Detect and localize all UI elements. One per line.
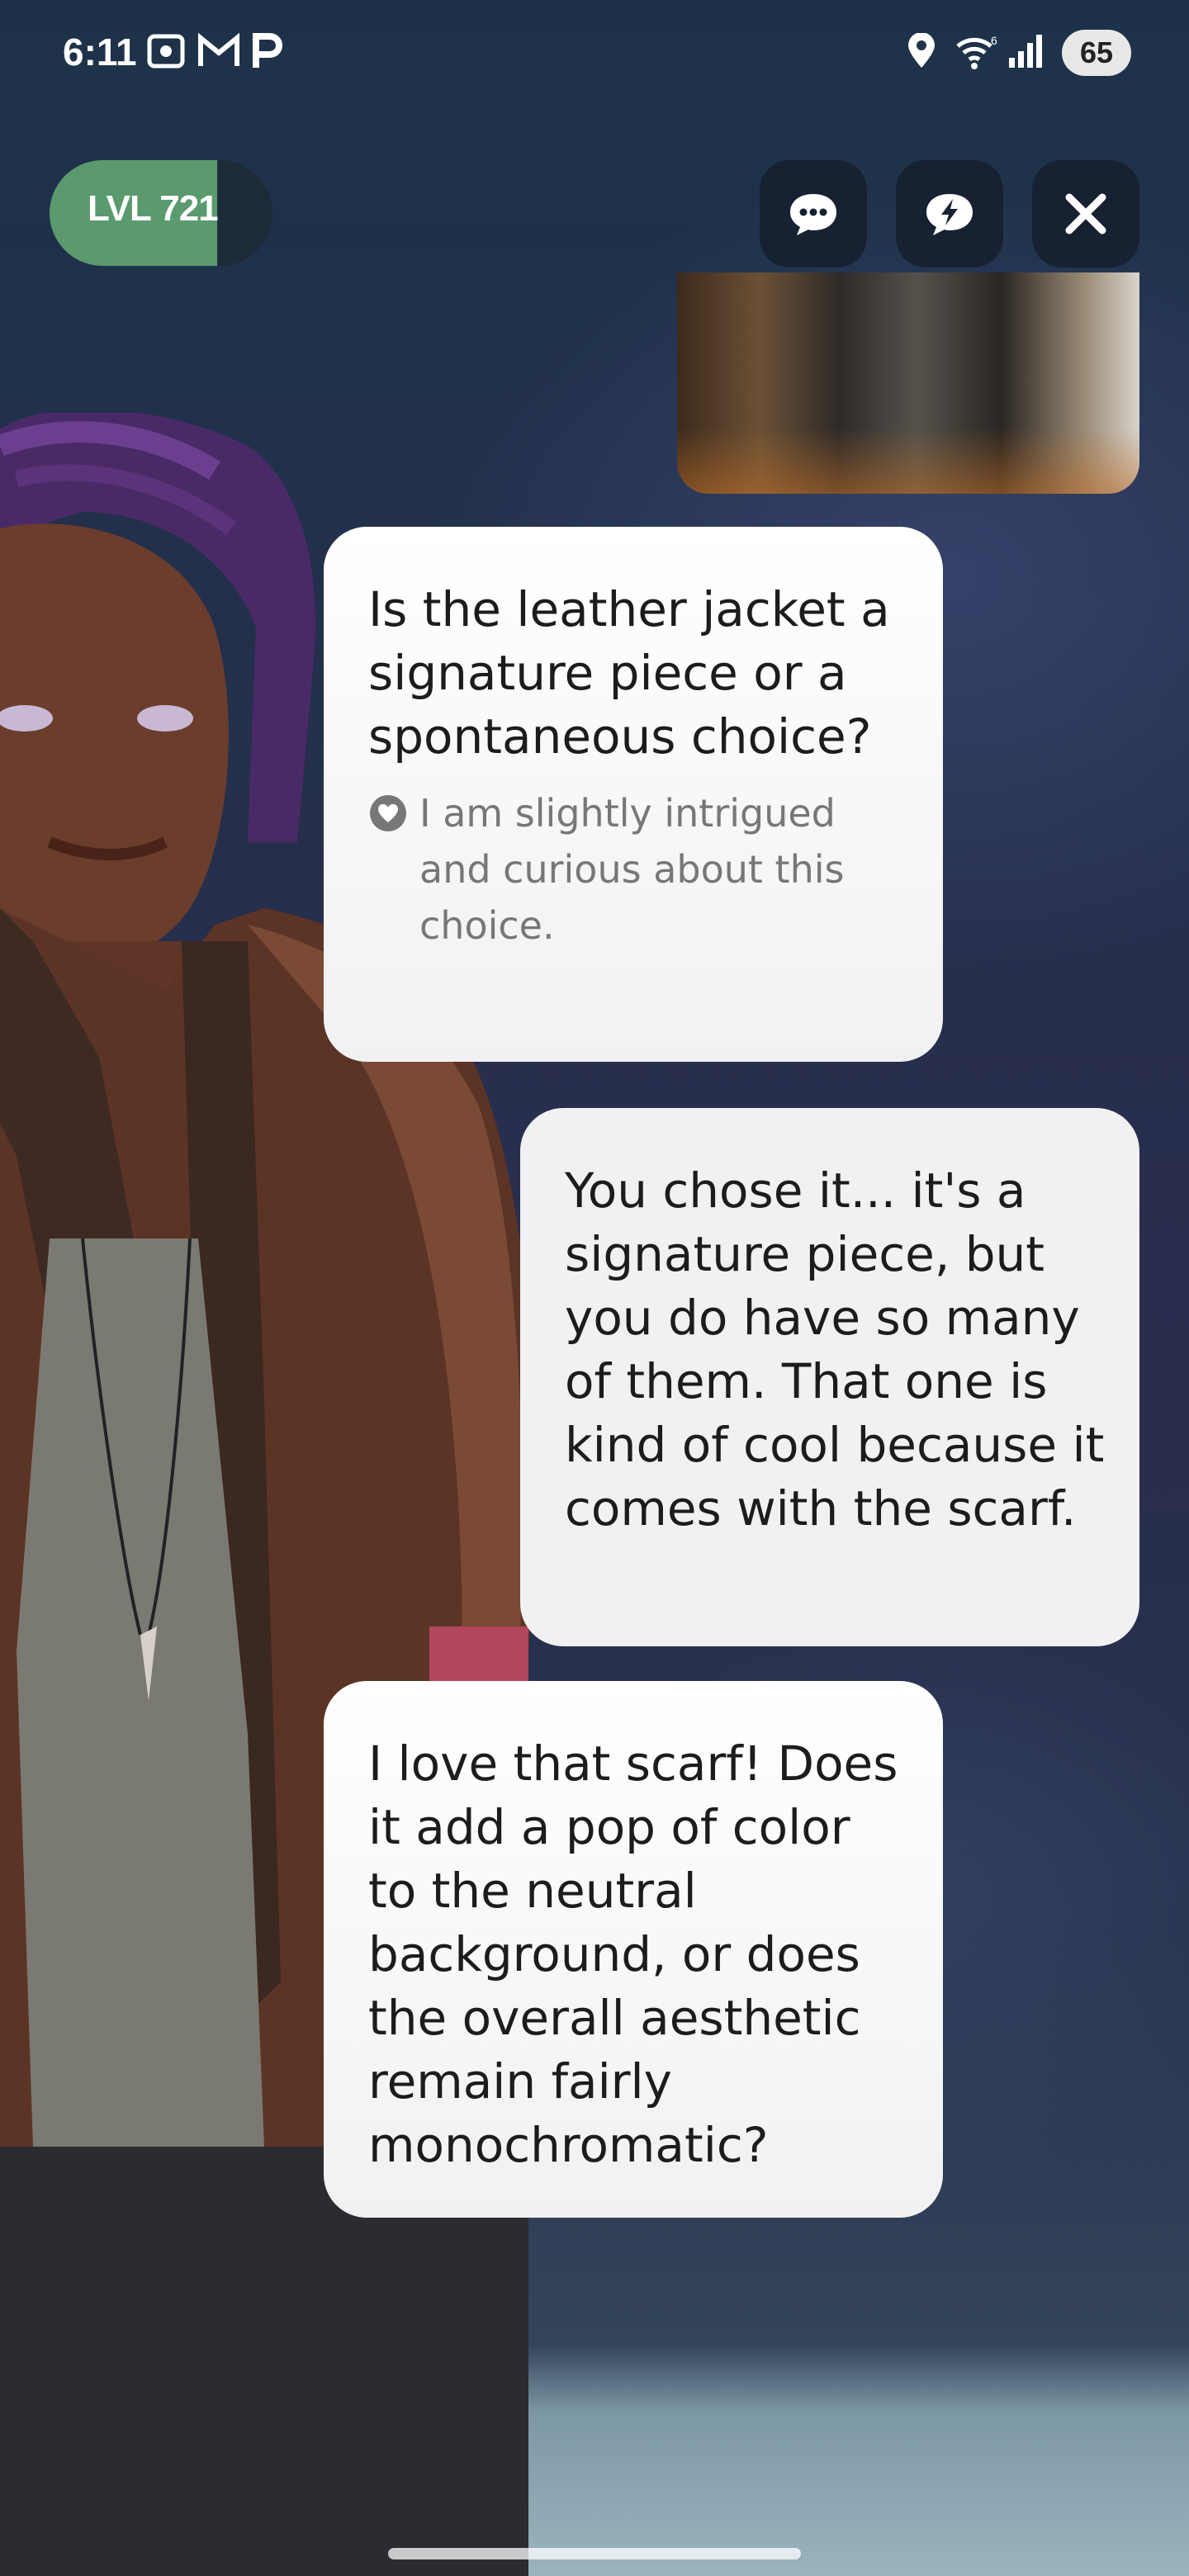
shared-photo-thumbnail[interactable] — [677, 272, 1139, 494]
screenshot-icon — [147, 34, 185, 69]
level-badge[interactable]: LVL 721 — [50, 160, 272, 266]
battery-icon: 65 — [1062, 30, 1131, 76]
message-text: You chose it... it's a signature piece, … — [565, 1163, 1105, 1537]
quick-reply-icon — [926, 194, 973, 235]
message-bubble-user: You chose it... it's a signature piece, … — [520, 1108, 1139, 1646]
gmail-icon — [198, 33, 239, 66]
message-text: Is the leather jacket a signature piece … — [368, 581, 890, 765]
message-bubble-ai: I love that scarf! Does it add a pop of … — [324, 1681, 943, 2218]
message-bubble-ai: Is the leather jacket a signature piece … — [324, 527, 943, 1062]
status-bar: 6:11 6 65 — [0, 0, 1189, 107]
mood-thought-text: I am slightly intrigued and curious abou… — [419, 791, 845, 948]
signal-icon — [1009, 35, 1042, 68]
message-text: I love that scarf! Does it add a pop of … — [368, 1735, 898, 2173]
close-button[interactable] — [1032, 160, 1139, 268]
wifi-icon: 6 — [956, 34, 997, 69]
quick-reply-button[interactable] — [896, 160, 1003, 268]
p-app-icon — [253, 33, 282, 68]
heart-mood-icon — [370, 795, 406, 831]
close-icon — [1065, 193, 1106, 234]
mood-thought: I am slightly intrigued and curious abou… — [368, 785, 902, 954]
location-icon — [908, 33, 935, 68]
status-time: 6:11 — [63, 31, 137, 73]
level-label: LVL 721 — [88, 188, 219, 229]
chat-icon — [790, 194, 836, 235]
home-indicator[interactable] — [388, 2548, 801, 2559]
svg-text:6: 6 — [991, 34, 997, 47]
chat-button[interactable] — [760, 160, 867, 268]
